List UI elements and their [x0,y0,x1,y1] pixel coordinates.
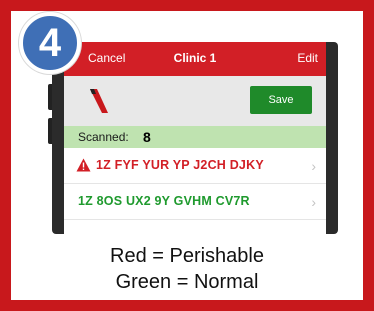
legend-normal: Green = Normal [115,271,259,293]
phone-device: Cancel Clinic 1 Edit Save Scanned: 8 1Z … [52,42,338,234]
warning-icon [76,158,91,172]
brand-logo-icon [90,89,108,113]
package-row-perishable[interactable]: 1Z FYF YUR YP J2CH DJKY › [64,148,326,184]
tracking-number: 1Z FYF YUR YP J2CH DJKY [96,158,264,172]
chevron-right-icon: › [311,194,316,210]
package-row-partial [64,220,326,234]
save-button[interactable]: Save [250,86,312,114]
step-number-badge: 4 [19,12,81,74]
toolbar: Save [64,76,326,126]
edit-button[interactable]: Edit [297,51,318,65]
navigation-bar: Cancel Clinic 1 Edit [64,42,326,76]
scanned-label: Scanned: [78,130,129,144]
tracking-number: 1Z 8OS UX2 9Y GVHM CV7R [78,194,250,208]
scanned-summary: Scanned: 8 [64,126,326,148]
chevron-right-icon: › [311,158,316,174]
phone-screen: Cancel Clinic 1 Edit Save Scanned: 8 1Z … [64,42,326,234]
scanned-count: 8 [143,129,151,145]
package-row-normal[interactable]: 1Z 8OS UX2 9Y GVHM CV7R › [64,184,326,220]
screen-title: Clinic 1 [173,51,217,65]
legend-perishable: Red = Perishable [110,245,264,267]
